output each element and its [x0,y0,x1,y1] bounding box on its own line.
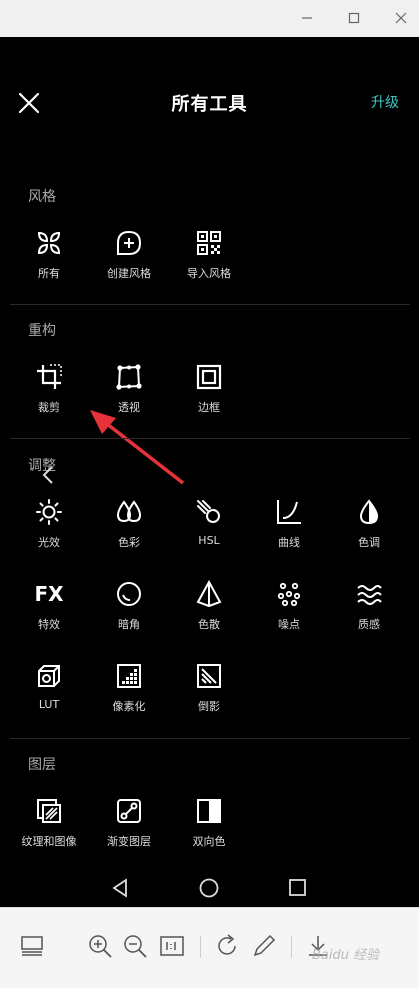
reflection-icon [197,664,221,688]
annotation-arrow [90,410,185,485]
tool-label: 创建风格 [107,267,151,280]
tone-drop-icon [359,499,379,525]
page-title: 所有工具 [171,94,248,115]
sun-icon [36,499,62,525]
tool-label: 光效 [38,536,60,549]
tool-label: LUT [38,698,60,711]
vignette-icon [117,582,141,606]
tool-label: 所有 [38,267,60,280]
tool-reflection[interactable]: 倒影 [169,662,249,714]
maximize-icon[interactable] [342,6,366,30]
texture-image-icon [37,799,61,823]
tool-import-style[interactable]: 导入风格 [169,229,249,281]
create-style-icon [117,230,142,255]
lut-cube-icon [38,665,60,687]
nav-recents-icon[interactable] [288,878,308,898]
tool-pixelate[interactable]: 像素化 [89,662,169,714]
tool-label: 质感 [358,618,380,631]
rotate-icon[interactable] [213,932,241,960]
tool-color[interactable]: 色彩 [89,498,169,550]
pen-icon[interactable] [250,932,278,960]
duotone-icon [197,799,221,823]
tool-label: 双向色 [192,835,226,848]
gradient-icon [117,799,141,823]
tool-label: 裁剪 [38,401,60,414]
tool-hsl[interactable]: HSL [169,498,249,547]
waves-icon [357,585,382,605]
android-nav-bar [0,870,419,907]
tool-label: 纹理和图像 [21,835,77,848]
tool-noise[interactable]: 噪点 [249,580,329,632]
minimize-icon[interactable] [295,6,319,30]
actual-size-icon[interactable] [158,932,186,960]
tool-curves[interactable]: 曲线 [249,498,329,550]
color-drops-icon [116,500,142,523]
nav-home-icon[interactable] [198,877,220,899]
tool-label: 色调 [358,536,380,549]
tool-all[interactable]: 所有 [9,229,89,281]
crop-icon [37,364,62,389]
tool-crop[interactable]: 裁剪 [9,363,89,415]
tool-dispersion[interactable]: 色散 [169,580,249,632]
tool-label: 特效 [38,618,60,631]
layout-icon[interactable] [18,932,46,960]
nav-back-icon[interactable] [110,878,130,898]
border-icon [196,364,222,390]
tool-label: 像素化 [112,700,146,713]
tool-label: 暗角 [118,618,140,631]
perspective-icon [116,364,142,390]
emulator-toolbar: Baidu 经验 [0,907,419,988]
tool-label: 倒影 [198,700,220,713]
tool-duotone[interactable]: 双向色 [169,797,249,849]
hsl-icon [197,500,220,523]
section-title-layers: 图层 [28,757,56,773]
back-chevron-icon[interactable] [40,465,56,485]
tool-label: 导入风格 [187,267,231,280]
tool-label: 曲线 [278,536,300,549]
pixelate-icon [117,664,141,688]
curves-icon [277,500,301,524]
tool-texture[interactable]: 质感 [329,580,409,632]
zoom-in-icon[interactable] [86,932,114,960]
tool-label: 色彩 [118,536,140,549]
tool-label: 渐变图层 [107,835,151,848]
watermark: Baidu 经验 [312,948,380,963]
tool-light[interactable]: 光效 [9,498,89,550]
tool-vignette[interactable]: 暗角 [89,580,169,632]
upgrade-button[interactable]: 升级 [371,92,399,112]
toolbar-separator [200,936,201,958]
tool-label: 噪点 [278,618,300,631]
noise-icon [277,582,301,607]
tool-lut[interactable]: LUT [9,662,89,711]
app-screen [0,37,419,907]
tool-effects[interactable]: FX 特效 [9,580,89,632]
tool-tone[interactable]: 色调 [329,498,409,550]
zoom-out-icon[interactable] [121,932,149,960]
tool-label: HSL [198,534,220,547]
tool-texture-image[interactable]: 纹理和图像 [9,797,89,849]
toolbar-separator [291,936,292,958]
section-title-restructure: 重构 [28,323,56,339]
all-styles-icon [37,231,61,255]
divider [10,438,410,439]
close-window-icon[interactable] [389,6,413,30]
fx-icon: FX [34,582,64,606]
tool-label: 色散 [198,618,220,631]
tool-create-style[interactable]: 创建风格 [89,229,169,281]
divider [10,738,410,739]
window-title-bar [0,0,419,37]
section-title-style: 风格 [28,189,56,205]
divider [10,304,410,305]
tool-gradient-layer[interactable]: 渐变图层 [89,797,169,849]
qr-code-icon [197,231,221,255]
prism-icon [196,580,222,608]
